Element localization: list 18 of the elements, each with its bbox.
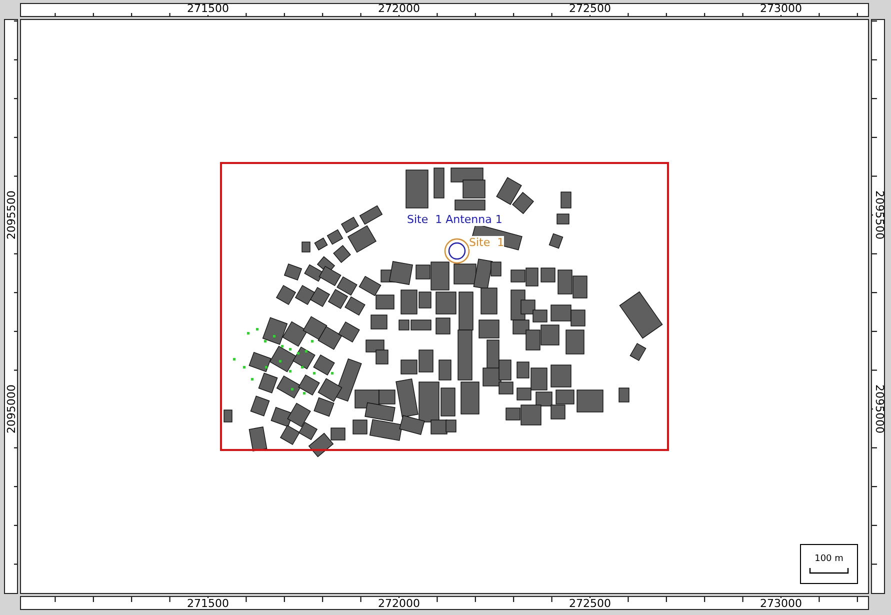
- map-canvas[interactable]: Site 1 Antenna 1 Site 1 100 m: [20, 19, 869, 594]
- ruler-label: 273000: [759, 598, 803, 609]
- scale-line-icon: [809, 568, 849, 574]
- ruler-label: 271500: [186, 598, 230, 609]
- ruler-label: 272000: [377, 4, 421, 15]
- ruler-label: 2095500: [6, 190, 17, 240]
- ruler-label: 272500: [568, 4, 612, 15]
- site-marker-icon[interactable]: [444, 238, 470, 264]
- site-label: Site 1 Antenna 1: [407, 213, 502, 226]
- ruler-label: 273000: [759, 4, 803, 15]
- site-label: Site 1: [469, 236, 504, 249]
- ruler-label: 271500: [186, 4, 230, 15]
- ruler-label: 2095000: [6, 384, 17, 434]
- scale-label: 100 m: [814, 554, 844, 565]
- ruler-label: 272500: [568, 598, 612, 609]
- ruler-label: 272000: [377, 598, 421, 609]
- ruler-label: 2095500: [873, 190, 884, 240]
- ruler-label: 2095000: [873, 384, 884, 434]
